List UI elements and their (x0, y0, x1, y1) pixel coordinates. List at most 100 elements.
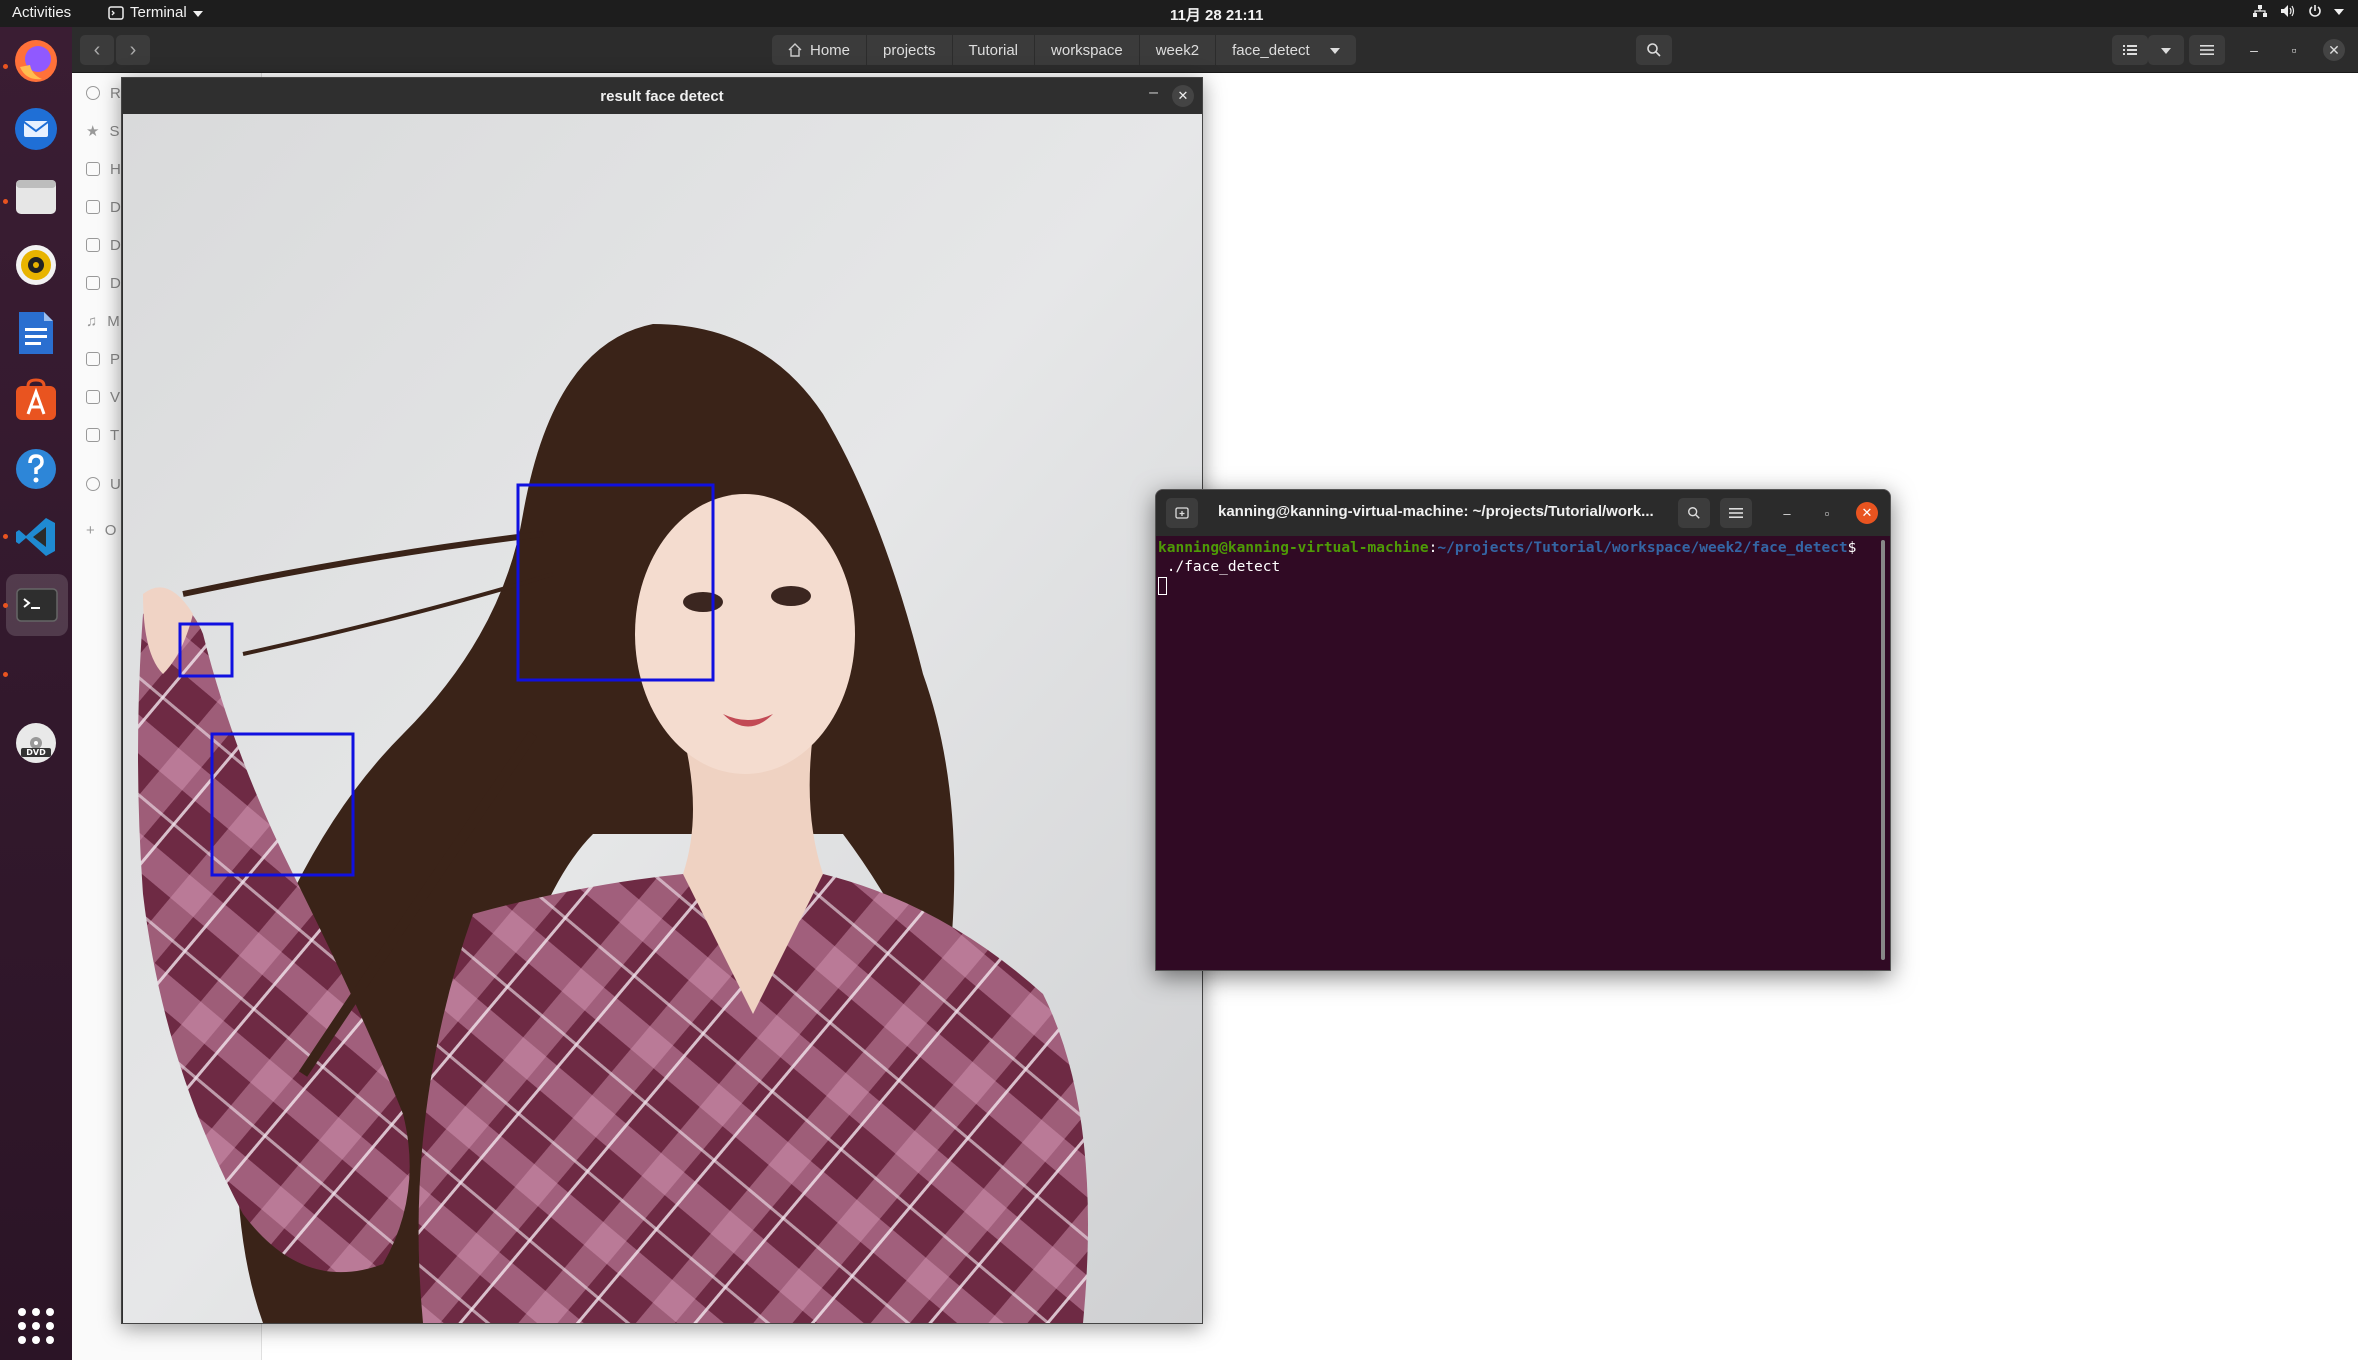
sidebar-item-label: R (110, 84, 121, 102)
main-menu-button[interactable] (2189, 35, 2225, 65)
result-window-title: result face detect (600, 87, 724, 105)
breadcrumb-projects[interactable]: projects (867, 35, 953, 65)
back-button[interactable]: ‹ (80, 35, 114, 65)
activities-button[interactable]: Activities (12, 4, 71, 21)
breadcrumb-tutorial[interactable]: Tutorial (953, 35, 1036, 65)
firefox-icon (15, 40, 57, 82)
close-button[interactable]: ✕ (2323, 39, 2345, 61)
result-window: result face detect – ✕ (121, 77, 1203, 1324)
software-center-launcher[interactable] (10, 375, 62, 427)
network-icon (2253, 5, 2267, 17)
view-options-button[interactable] (2148, 35, 2184, 65)
home-icon (788, 43, 802, 57)
breadcrumb-workspace[interactable]: workspace (1035, 35, 1140, 65)
detection-image (123, 114, 1202, 1323)
sidebar-item-label: U (110, 475, 121, 493)
sidebar-item-trash[interactable]: T (86, 420, 119, 450)
firefox-launcher[interactable] (10, 35, 62, 87)
forward-button[interactable]: › (116, 35, 150, 65)
music-icon: ♫ (86, 312, 98, 330)
breadcrumb-week2[interactable]: week2 (1140, 35, 1217, 65)
chevron-down-icon (2161, 48, 2171, 54)
dvd-launcher[interactable]: DVD (10, 717, 62, 769)
sidebar-item-label: M (107, 312, 120, 330)
svg-text:DVD: DVD (26, 748, 46, 757)
sidebar-item-videos[interactable]: V (86, 382, 120, 412)
vscode-icon (16, 518, 55, 556)
disc-icon (86, 477, 100, 491)
terminal-launcher[interactable] (6, 574, 68, 636)
rhythmbox-launcher[interactable] (10, 239, 62, 291)
sidebar-item-downloads[interactable]: D (86, 268, 121, 298)
sidebar-item-documents[interactable]: D (86, 230, 121, 260)
dvd-disc-icon: DVD (16, 723, 56, 763)
files-launcher[interactable] (10, 171, 62, 223)
sidebar-item-label: O (104, 521, 117, 539)
terminal-headerbar: kanning@kanning-virtual-machine: ~/proje… (1156, 490, 1890, 536)
breadcrumb-face-detect[interactable]: face_detect (1216, 35, 1356, 65)
text-cursor (1158, 577, 1167, 595)
sidebar-item-label: D (110, 236, 121, 254)
minimize-button[interactable]: – (2243, 39, 2265, 61)
sidebar-item-music[interactable]: ♫ M (86, 306, 120, 336)
rhythmbox-icon (16, 245, 56, 285)
maximize-button[interactable]: ▫ (1816, 502, 1838, 524)
prompt-symbol: $ (1847, 540, 1857, 556)
star-icon: ★ (86, 123, 100, 140)
search-button[interactable] (1636, 35, 1672, 65)
show-applications-button[interactable] (18, 1308, 54, 1344)
sidebar-item-ubuntu-drive[interactable]: U (86, 469, 121, 499)
power-icon (2309, 5, 2321, 17)
chevron-right-icon: › (129, 38, 137, 61)
terminal-search-button[interactable] (1678, 498, 1710, 528)
files-icon (16, 180, 56, 214)
desktop-icon (86, 200, 100, 214)
terminal-scrollbar[interactable] (1881, 540, 1885, 960)
running-indicator (3, 672, 8, 677)
breadcrumb-label: workspace (1051, 41, 1123, 59)
breadcrumb-home[interactable]: Home (772, 35, 868, 65)
maximize-button[interactable]: ▫ (2283, 39, 2305, 61)
close-button[interactable]: ✕ (1172, 85, 1194, 107)
sidebar-item-label: S (109, 122, 120, 140)
new-tab-button[interactable] (1166, 498, 1198, 528)
prompt-user: kanning@kanning-virtual-machine (1158, 540, 1429, 556)
system-tray[interactable] (2252, 4, 2344, 18)
app-menu[interactable]: Terminal (108, 4, 203, 21)
chevron-down-icon (192, 10, 203, 17)
terminal-menu-button[interactable] (1720, 498, 1752, 528)
sidebar-item-recent[interactable]: R (86, 78, 121, 108)
vscode-launcher[interactable] (10, 511, 62, 563)
terminal-output[interactable]: kanning@kanning-virtual-machine:~/projec… (1158, 539, 1878, 598)
face (635, 494, 855, 774)
app-store-icon (16, 378, 56, 420)
download-icon (86, 276, 100, 290)
breadcrumb: Home projects Tutorial workspace week2 f… (772, 35, 1356, 65)
view-list-button[interactable] (2112, 35, 2148, 65)
sidebar-item-label: P (110, 350, 121, 368)
running-indicator (3, 603, 8, 608)
running-indicator (3, 64, 8, 69)
files-headerbar: ‹ › Home projects Tutorial workspace wee… (72, 27, 2358, 73)
sidebar-item-other-locations[interactable]: + O (86, 515, 116, 545)
minimize-button[interactable]: – (1149, 84, 1158, 102)
sidebar-item-pictures[interactable]: P (86, 344, 120, 374)
sidebar-item-label: D (110, 198, 121, 216)
help-launcher[interactable] (10, 443, 62, 495)
sidebar-item-label: H (110, 160, 121, 178)
clock[interactable]: 11月 28 21:11 (1170, 4, 1263, 25)
thunderbird-launcher[interactable] (10, 103, 62, 155)
sidebar-item-desktop[interactable]: D (86, 192, 121, 222)
sidebar-item-starred[interactable]: ★ S (86, 116, 119, 146)
libreoffice-writer-launcher[interactable] (10, 307, 62, 359)
help-icon (16, 449, 56, 489)
sidebar-item-label: D (110, 274, 121, 292)
terminal-icon (108, 5, 124, 20)
minimize-button[interactable]: – (1776, 502, 1798, 524)
sidebar-item-home[interactable]: H (86, 154, 121, 184)
close-icon: ✕ (2328, 41, 2340, 58)
close-icon: ✕ (1861, 505, 1873, 520)
close-button[interactable]: ✕ (1856, 502, 1878, 524)
breadcrumb-label: Tutorial (968, 41, 1019, 59)
prompt-path: ~/projects/Tutorial/workspace/week2/face… (1437, 540, 1848, 556)
